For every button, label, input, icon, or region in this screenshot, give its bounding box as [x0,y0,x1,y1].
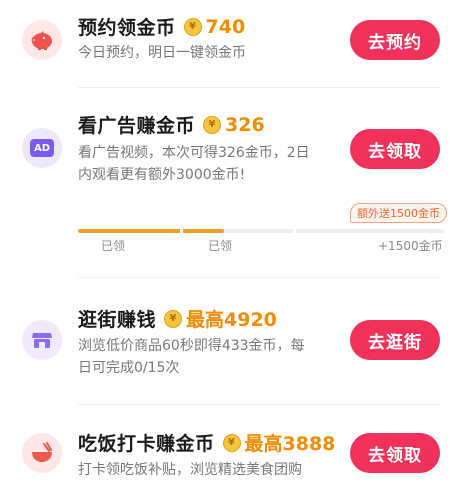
shop-icon [22,320,62,360]
claim-ad-button[interactable]: 去领取 [350,129,440,169]
coin-icon: ¥ [164,309,183,328]
bonus-tag: 额外送1500金币 [350,203,447,223]
milestone-label: 已领 [208,239,233,253]
coin-icon: ¥ [183,17,202,36]
task-title: 预约领金币 [78,17,176,39]
progress-fill [78,229,225,233]
divider [78,87,441,88]
divider [78,277,441,278]
task-description: 今日预约，明日一键领金币 [78,45,246,61]
milestone-label: 已领 [101,239,126,253]
task-reward: 最高4920 [186,309,277,331]
reserve-button[interactable]: 去预约 [350,20,440,60]
task-reward: 326 [225,113,265,136]
go-shopping-button[interactable]: 去逛街 [350,320,440,360]
task-title: 吃饭打卡赚金币 [78,433,215,455]
claim-meal-button[interactable]: 去领取 [350,433,440,473]
milestone-label: +1500金币 [378,239,443,253]
progress-track [78,229,444,233]
ad-icon: AD [22,128,62,168]
coin-icon: ¥ [203,115,222,134]
progress-separator [293,229,296,233]
task-reward: 最高3888 [244,433,336,455]
piggy-bank-icon [22,20,62,60]
coin-icon: ¥ [222,433,241,452]
progress-separator [180,229,183,233]
task-description: 看广告视频，本次可得326金币，2日 内观看更有额外3000金币! [78,145,310,183]
task-reward: 740 [205,15,246,38]
task-description: 打卡领吃饭补贴，浏览精选美食团购 [78,462,302,478]
task-title: 看广告赚金币 [78,115,196,137]
divider [78,404,441,405]
bowl-icon [22,433,62,473]
task-description: 浏览低价商品60秒即得433金币，每 日可完成0/15次 [78,338,305,376]
task-title: 逛街赚钱 [78,309,157,331]
